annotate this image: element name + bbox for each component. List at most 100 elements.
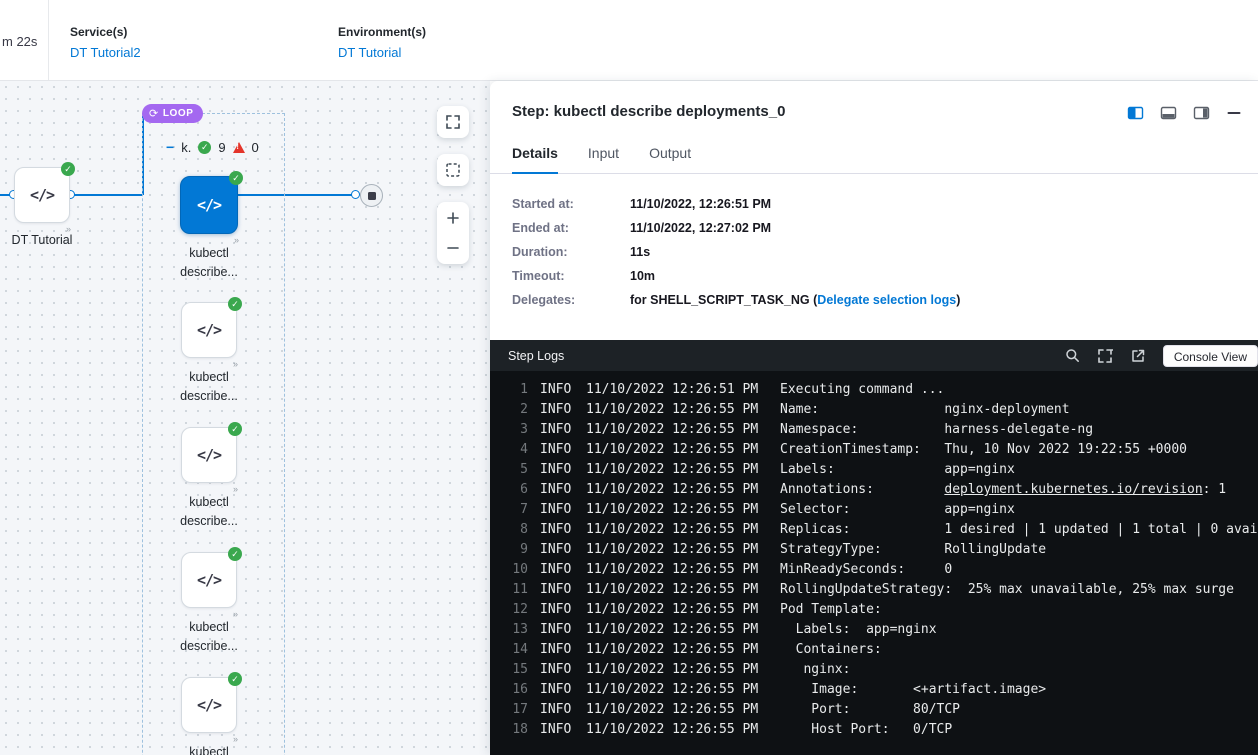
log-timestamp: 11/10/2022 12:26:55 PM: [586, 440, 758, 460]
step-node-label: kubectldescribe...: [164, 743, 254, 755]
log-line-number: 14: [500, 640, 528, 660]
split-view-icon[interactable]: [1127, 105, 1144, 121]
log-line-number: 18: [500, 720, 528, 740]
code-icon: </>: [30, 186, 54, 204]
log-message: CreationTimestamp: Thu, 10 Nov 2022 19:2…: [780, 440, 1187, 460]
code-icon: </>: [197, 571, 221, 589]
pipeline-step-node[interactable]: </>✓»: [180, 176, 238, 234]
console-view-button[interactable]: Console View: [1163, 345, 1258, 367]
log-message: Name: nginx-deployment: [780, 400, 1070, 420]
log-line-number: 3: [500, 420, 528, 440]
log-message: Selector: app=nginx: [780, 500, 1015, 520]
log-line-number: 9: [500, 540, 528, 560]
log-message: Labels: app=nginx: [780, 460, 1015, 480]
log-line-number: 2: [500, 400, 528, 420]
canvas-fullscreen-button[interactable]: [437, 106, 469, 138]
log-message: StrategyType: RollingUpdate: [780, 540, 1046, 560]
log-line: 5INFO11/10/2022 12:26:55 PMLabels: app=n…: [490, 460, 1258, 480]
canvas-select-button[interactable]: [437, 154, 469, 186]
detail-value: 11s: [630, 246, 650, 259]
log-level: INFO: [540, 520, 576, 540]
detail-value: 11/10/2022, 12:27:02 PM: [630, 222, 771, 235]
collapse-icon[interactable]: −: [166, 139, 174, 155]
log-line-number: 4: [500, 440, 528, 460]
log-timestamp: 11/10/2022 12:26:55 PM: [586, 640, 758, 660]
log-line: 8INFO11/10/2022 12:26:55 PMReplicas: 1 d…: [490, 520, 1258, 540]
log-level: INFO: [540, 380, 576, 400]
execution-header: m 22s Service(s) DT Tutorial2 Environmen…: [0, 0, 1258, 81]
log-timestamp: 11/10/2022 12:26:55 PM: [586, 700, 758, 720]
log-timestamp: 11/10/2022 12:26:55 PM: [586, 660, 758, 680]
log-timestamp: 11/10/2022 12:26:55 PM: [586, 500, 758, 520]
code-icon: </>: [197, 446, 221, 464]
detail-label: Duration:: [512, 246, 630, 259]
pipeline-step-node[interactable]: </>✓»: [181, 552, 237, 608]
log-line: 17INFO11/10/2022 12:26:55 PM Port: 80/TC…: [490, 700, 1258, 720]
zoom-in-icon[interactable]: [445, 210, 461, 226]
delegate-selection-logs-link[interactable]: Delegate selection logs: [817, 293, 956, 307]
log-line: 15INFO11/10/2022 12:26:55 PM nginx:: [490, 660, 1258, 680]
log-level: INFO: [540, 720, 576, 740]
log-timestamp: 11/10/2022 12:26:55 PM: [586, 560, 758, 580]
log-message: nginx:: [780, 660, 850, 680]
stop-icon: [368, 192, 376, 200]
canvas-zoom-controls: [437, 202, 469, 264]
log-line-number: 6: [500, 480, 528, 500]
log-level: INFO: [540, 680, 576, 700]
bottom-panel-icon[interactable]: [1160, 105, 1177, 121]
success-icon: ✓: [228, 547, 242, 561]
zoom-out-icon[interactable]: [445, 240, 461, 256]
log-line: 2 INFO 11/10/2022 12:26:55 PM Name: nginx-d…: [490, 400, 1258, 420]
log-timestamp: 11/10/2022 12:26:55 PM: [586, 720, 758, 740]
code-icon: </>: [197, 696, 221, 714]
log-timestamp: 11/10/2022 12:26:55 PM: [586, 600, 758, 620]
pipeline-canvas[interactable]: ⟳ LOOP − k. 9 0 </> ✓ » DT Tutorial </>✓…: [0, 81, 490, 755]
log-annotation-link[interactable]: deployment.kubernetes.io/revision: [944, 482, 1202, 497]
log-timestamp: 11/10/2022 12:26:55 PM: [586, 540, 758, 560]
log-line: 16INFO11/10/2022 12:26:55 PM Image: <+ar…: [490, 680, 1258, 700]
code-icon: </>: [197, 196, 221, 214]
tab-input[interactable]: Input: [588, 145, 619, 173]
pipeline-node-start[interactable]: </> ✓ »: [14, 167, 70, 223]
log-timestamp: 11/10/2022 12:26:55 PM: [586, 400, 758, 420]
tab-output[interactable]: Output: [649, 145, 691, 173]
log-level: INFO: [540, 440, 576, 460]
pipeline-step-node[interactable]: </>✓»: [181, 677, 237, 733]
header-divider: [48, 0, 49, 80]
log-level: INFO: [540, 660, 576, 680]
step-node-label: kubectldescribe...: [164, 493, 254, 531]
pipeline-step-node[interactable]: </>✓»: [181, 302, 237, 358]
fullscreen-logs-icon[interactable]: [1097, 348, 1113, 364]
step-logs-header: Step Logs Console View: [490, 340, 1258, 371]
log-level: INFO: [540, 400, 576, 420]
pipeline-node-end[interactable]: [360, 184, 383, 207]
panel-layout-controls: [1127, 105, 1242, 121]
log-message: RollingUpdateStrategy: 25% max unavailab…: [780, 580, 1234, 600]
environments-value-link[interactable]: DT Tutorial: [338, 45, 426, 60]
services-value-link[interactable]: DT Tutorial2: [70, 45, 141, 60]
log-line: 18INFO11/10/2022 12:26:55 PM Host Port: …: [490, 720, 1258, 740]
error-count: 0: [252, 140, 259, 155]
minimize-icon[interactable]: [1226, 105, 1242, 121]
right-panel-icon[interactable]: [1193, 105, 1210, 121]
detail-label: Delegates:: [512, 294, 630, 307]
success-icon: ✓: [228, 422, 242, 436]
log-message: Annotations: deployment.kubernetes.io/re…: [780, 480, 1226, 500]
log-line-number: 5: [500, 460, 528, 480]
loop-badge: ⟳ LOOP: [142, 104, 203, 123]
log-line-number: 13: [500, 620, 528, 640]
log-level: INFO: [540, 620, 576, 640]
log-message: Containers:: [780, 640, 882, 660]
step-panel-title: Step: kubectl describe deployments_0: [512, 103, 785, 120]
log-timestamp: 11/10/2022 12:26:55 PM: [586, 680, 758, 700]
log-timestamp: 11/10/2022 12:26:55 PM: [586, 620, 758, 640]
step-logs-title: Step Logs: [508, 349, 564, 363]
details-tabs: Details Input Output: [490, 145, 1258, 174]
search-icon[interactable]: [1065, 348, 1080, 363]
log-lines[interactable]: 1INFO11/10/2022 12:26:51 PMExecuting com…: [490, 371, 1258, 755]
tab-details[interactable]: Details: [512, 145, 558, 174]
log-line: 9INFO11/10/2022 12:26:55 PMStrategyType:…: [490, 540, 1258, 560]
detail-row: Ended at:11/10/2022, 12:27:02 PM: [512, 222, 1236, 235]
open-in-new-icon[interactable]: [1130, 348, 1146, 364]
pipeline-step-node[interactable]: </>✓»: [181, 427, 237, 483]
